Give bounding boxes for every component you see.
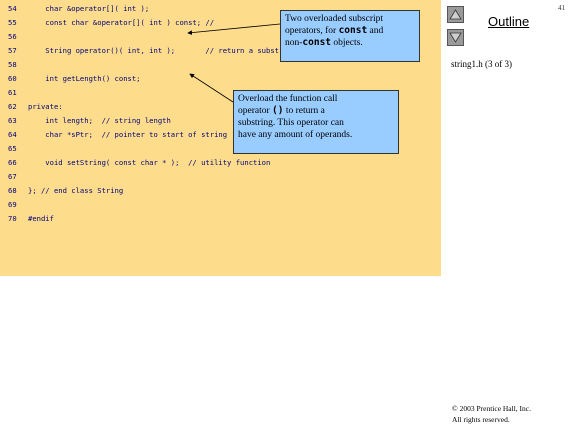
next-slide-button[interactable] xyxy=(447,29,464,46)
outline-caption: string1.h (3 of 3) xyxy=(451,59,512,69)
callout-line: substring. This operator can xyxy=(238,118,344,128)
callout-function-call-operator: Overload the function call operator () t… xyxy=(233,90,399,154)
arrow-to-subscript-operator xyxy=(187,23,281,35)
callout-line: have any amount of operands. xyxy=(238,130,353,140)
callout-line: operator () to return a xyxy=(238,105,325,116)
copyright-notice: © 2003 Prentice Hall, Inc. xyxy=(452,404,532,413)
callout-line: Overload the function call xyxy=(238,94,338,104)
previous-slide-button[interactable] xyxy=(447,6,464,23)
callout-line: operators, for const and xyxy=(285,25,384,36)
callout-subscript-operators: Two overloaded subscript operators, for … xyxy=(280,10,420,62)
outline-title: Outline xyxy=(488,14,530,29)
triangle-up-icon xyxy=(449,9,462,20)
callout-line: Two overloaded subscript xyxy=(285,14,384,24)
rights-notice: All rights reserved. xyxy=(452,415,510,424)
triangle-down-icon xyxy=(449,32,462,43)
arrow-to-function-call-operator xyxy=(189,73,234,103)
slide-number: 41 xyxy=(558,4,565,12)
callout-line: non-const objects. xyxy=(285,37,363,48)
